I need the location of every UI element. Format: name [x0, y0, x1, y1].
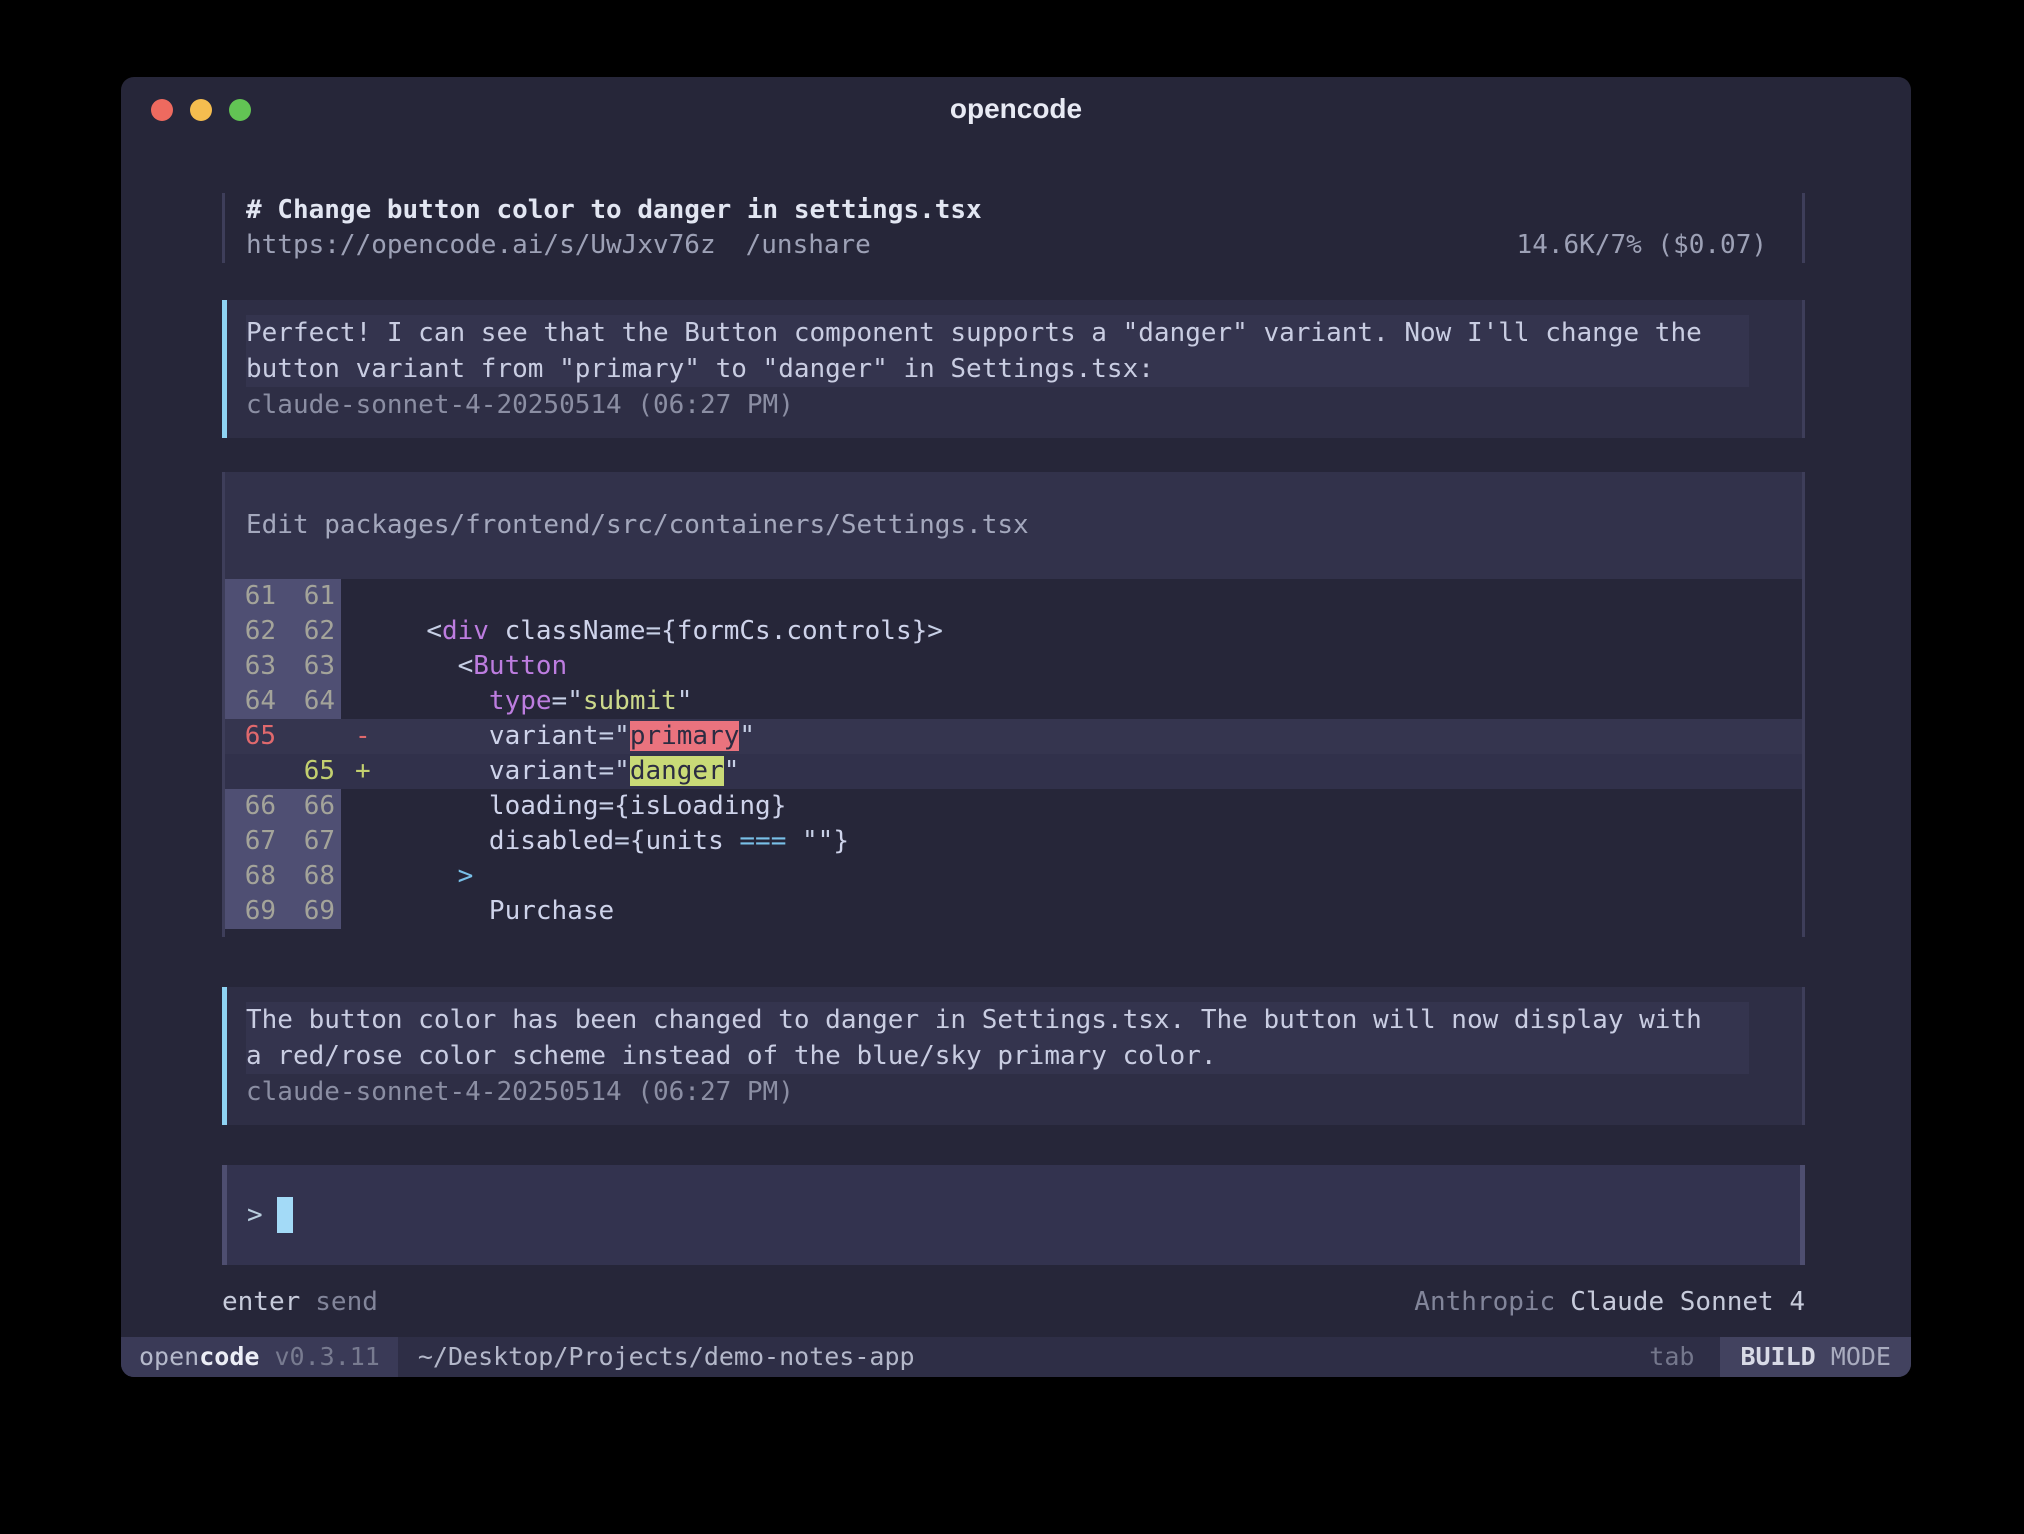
prompt-input[interactable]: > [222, 1165, 1805, 1265]
diff-row: 65- variant="primary" [225, 719, 1802, 754]
mode-indicator[interactable]: BUILD MODE [1720, 1337, 1911, 1377]
context-usage-stats: 14.6K/7% ($0.07) [1517, 228, 1767, 263]
diff-view: 61616262 <div className={formCs.controls… [225, 579, 1802, 929]
mode-label-normal: MODE [1831, 1337, 1891, 1377]
app-window: opencode # Change button color to danger… [121, 77, 1911, 1377]
assistant-message-text: Perfect! I can see that the Button compo… [246, 315, 1778, 387]
diff-row: 65+ variant="danger" [225, 754, 1802, 789]
model-provider: Anthropic [1414, 1285, 1555, 1320]
app-name-normal: open [139, 1337, 199, 1377]
diff-row: 6262 <div className={formCs.controls}> [225, 614, 1802, 649]
assistant-message: Perfect! I can see that the Button compo… [222, 300, 1805, 438]
status-bar: opencode v0.3.11 ~/Desktop/Projects/demo… [121, 1337, 1911, 1377]
session-content: # Change button color to danger in setti… [121, 193, 1911, 1320]
tab-key-hint[interactable]: tab [1623, 1337, 1720, 1377]
text-cursor [277, 1197, 293, 1233]
assistant-message: The button color has been changed to dan… [222, 987, 1805, 1125]
enter-key-hint: enter [222, 1285, 300, 1320]
diff-row: 6666 loading={isLoading} [225, 789, 1802, 824]
message-model-timestamp: claude-sonnet-4-20250514 (06:27 PM) [246, 1074, 1778, 1110]
unshare-command[interactable]: /unshare [746, 228, 871, 263]
edit-tool-card: Edit packages/frontend/src/containers/Se… [222, 472, 1805, 937]
app-name-bold: code [199, 1337, 259, 1377]
working-directory: ~/Desktop/Projects/demo-notes-app [398, 1337, 1623, 1377]
assistant-message-text: The button color has been changed to dan… [246, 1002, 1778, 1074]
app-version: v0.3.11 [259, 1337, 379, 1377]
app-version-segment: opencode v0.3.11 [121, 1337, 398, 1377]
session-share-row: https://opencode.ai/s/UwJxv76z /unshare … [246, 228, 1767, 263]
prompt-symbol: > [247, 1200, 263, 1230]
input-footer: enter send Anthropic Claude Sonnet 4 [222, 1285, 1805, 1320]
message-model-timestamp: claude-sonnet-4-20250514 (06:27 PM) [246, 387, 1778, 423]
edit-file-path: Edit packages/frontend/src/containers/Se… [225, 472, 1802, 579]
session-title: # Change button color to danger in setti… [246, 193, 1767, 228]
diff-row: 6363 <Button [225, 649, 1802, 684]
diff-row: 6868 > [225, 859, 1802, 894]
send-action-hint: send [315, 1285, 378, 1320]
mode-separator [1816, 1337, 1831, 1377]
model-name: Claude Sonnet 4 [1570, 1285, 1805, 1320]
session-header: # Change button color to danger in setti… [222, 193, 1805, 263]
window-title: opencode [121, 93, 1911, 125]
window-titlebar: opencode [121, 77, 1911, 139]
diff-row: 6161 [225, 579, 1802, 614]
diff-row: 6464 type="submit" [225, 684, 1802, 719]
diff-row: 6767 disabled={units === ""} [225, 824, 1802, 859]
share-url[interactable]: https://opencode.ai/s/UwJxv76z [246, 228, 716, 263]
mode-label-bold: BUILD [1740, 1337, 1815, 1377]
diff-row: 6969 Purchase [225, 894, 1802, 929]
